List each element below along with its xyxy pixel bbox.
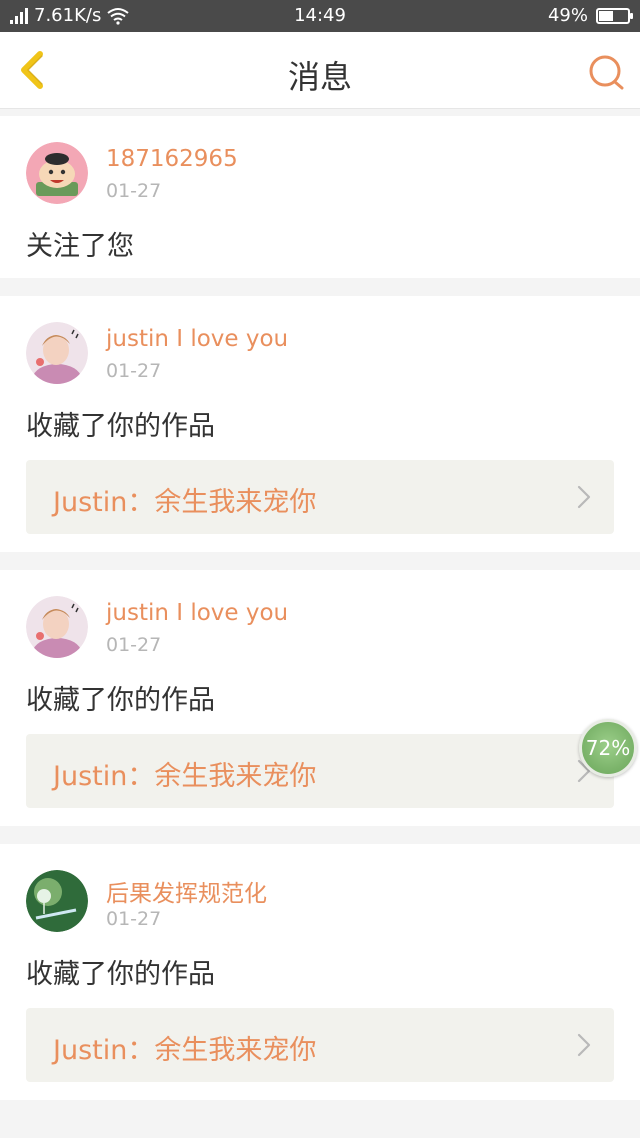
user-avatar[interactable] bbox=[26, 142, 88, 204]
work-title: Justin：余生我来宠你 bbox=[53, 1035, 317, 1066]
work-title: Justin：余生我来宠你 bbox=[53, 761, 317, 792]
notification-card[interactable]: 187162965 01-27 关注了您 bbox=[0, 116, 640, 278]
notification-action-text: 收藏了你的作品 bbox=[26, 685, 215, 716]
notification-card[interactable]: justin I love you 01-27 收藏了你的作品 Justin：余… bbox=[0, 296, 640, 552]
user-avatar[interactable] bbox=[26, 870, 88, 932]
user-name[interactable]: justin I love you bbox=[106, 326, 288, 352]
notification-action-text: 收藏了你的作品 bbox=[26, 411, 215, 442]
search-icon[interactable] bbox=[586, 52, 626, 92]
user-avatar[interactable] bbox=[26, 322, 88, 384]
notification-date: 01-27 bbox=[106, 180, 162, 202]
user-name[interactable]: 后果发挥规范化 bbox=[106, 874, 267, 908]
work-link[interactable]: Justin：余生我来宠你 bbox=[26, 460, 614, 534]
floating-progress-badge[interactable]: 72% bbox=[579, 719, 637, 777]
notification-list: 187162965 01-27 关注了您 justin I love you 0… bbox=[0, 116, 640, 1118]
notification-date: 01-27 bbox=[106, 908, 162, 930]
status-bar: 7.61K/s 14:49 49% bbox=[0, 0, 640, 32]
notification-card[interactable]: 后果发挥规范化 01-27 收藏了你的作品 Justin：余生我来宠你 bbox=[0, 844, 640, 1100]
user-name[interactable]: justin I love you bbox=[106, 600, 288, 626]
notification-action-text: 收藏了你的作品 bbox=[26, 959, 215, 990]
work-link[interactable]: Justin：余生我来宠你 bbox=[26, 734, 614, 808]
battery-icon bbox=[596, 7, 633, 24]
top-navigation-bar: 消息 bbox=[0, 32, 640, 109]
chevron-right-icon bbox=[577, 1033, 591, 1057]
notification-action-text: 关注了您 bbox=[26, 231, 134, 262]
notification-date: 01-27 bbox=[106, 360, 162, 382]
work-title: Justin：余生我来宠你 bbox=[53, 487, 317, 518]
notification-date: 01-27 bbox=[106, 634, 162, 656]
notification-card[interactable]: justin I love you 01-27 收藏了你的作品 Justin：余… bbox=[0, 570, 640, 826]
user-name[interactable]: 187162965 bbox=[106, 146, 238, 172]
chevron-right-icon bbox=[577, 485, 591, 509]
status-right: 49% bbox=[547, 5, 633, 26]
work-link[interactable]: Justin：余生我来宠你 bbox=[26, 1008, 614, 1082]
user-avatar[interactable] bbox=[26, 596, 88, 658]
page-title: 消息 bbox=[287, 58, 352, 96]
status-time: 14:49 bbox=[294, 5, 346, 26]
battery-percent: 49% bbox=[547, 5, 588, 26]
